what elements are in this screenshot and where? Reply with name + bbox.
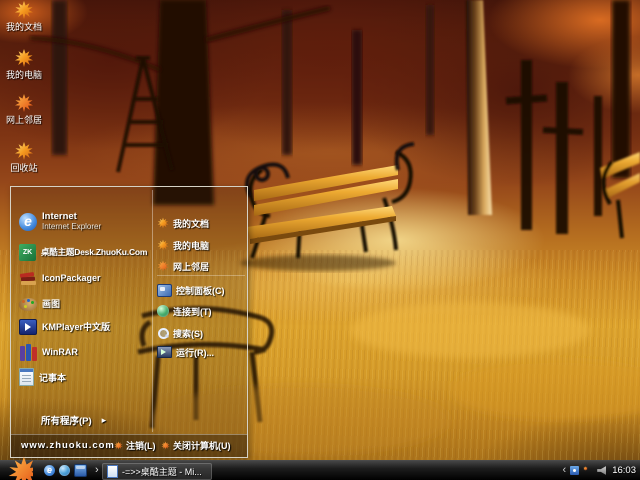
menu-item-label: 网上邻居 [173,260,209,273]
menu-item-label: 我的电脑 [173,239,209,252]
shutdown-label: 关闭计算机(U) [173,439,231,452]
menu-item-label: 搜索(S) [173,327,203,340]
control-panel-icon [157,284,172,297]
menu-item-my-computer[interactable]: 我的电脑 [157,236,245,254]
menu-item-iconpackager[interactable]: IconPackager [19,267,151,289]
menu-item-zhuoku-site[interactable]: ZK 桌酷主题Desk.ZhuoKu.Com [19,241,151,263]
menu-item-run[interactable]: 运行(R)... [157,343,245,361]
start-menu-places-separator [157,275,245,276]
menu-item-label: 记事本 [39,371,66,384]
kmplayer-icon [19,319,37,335]
zhuoku-site-icon: ZK [19,244,36,261]
menu-item-control-panel[interactable]: 控制面板(C) [157,281,245,299]
leaf-icon [14,141,34,161]
leaf-icon [114,441,123,450]
menu-item-label: 我的文档 [173,217,209,230]
quick-launch-bar: e › [44,461,99,480]
browser-window-icon[interactable] [74,464,87,477]
tray-collapse-arrow[interactable]: ‹ [563,465,567,476]
logoff-label: 注销(L) [126,439,156,452]
start-menu-footer: www.zhuoku.com 注销(L) 关闭计算机(U) [11,434,247,457]
menu-item-label: 连接到(T) [173,305,212,318]
notepad-icon [19,368,34,386]
clock[interactable]: 16:03 [612,465,636,476]
system-tray: ‹ 16:03 [561,461,638,480]
desktop-icon-label: 回收站 [0,163,48,173]
desktop-icon-recycle-bin[interactable]: 回收站 [0,141,48,173]
menu-item-label: Internet [42,212,101,222]
menu-item-sublabel: Internet Explorer [42,222,101,232]
leaf-icon [157,260,169,272]
desktop-icon-label: 网上邻居 [0,115,48,125]
menu-item-label: KMPlayer中文版 [42,320,110,333]
leaf-icon [157,217,169,229]
task-button-label: -=>>桌酷主题 - Mi... [122,465,202,478]
menu-item-paint[interactable]: 画图 [19,292,151,314]
leaf-icon [14,48,34,68]
zhuoku-website-label: www.zhuoku.com [21,440,115,451]
desktop-screen: 我的文档 我的电脑 网上邻居 回收站 e Internet Internet E… [0,0,640,480]
desktop-icon-label: 我的电脑 [0,70,48,80]
menu-item-search[interactable]: 搜索(S) [157,324,245,342]
winrar-icon [19,343,37,361]
menu-item-notepad[interactable]: 记事本 [19,366,151,388]
menu-item-label: 桌酷主题Desk.ZhuoKu.Com [41,246,147,258]
quick-launch-overflow-arrow[interactable]: › [91,465,99,476]
page-icon [107,465,118,478]
start-menu: e Internet Internet Explorer ZK 桌酷主题Desk… [10,186,248,458]
menu-item-label: IconPackager [42,273,101,283]
menu-item-kmplayer[interactable]: KMPlayer中文版 [19,315,151,337]
leaf-icon [14,0,34,20]
menu-item-my-documents[interactable]: 我的文档 [157,214,245,232]
desktop-icon-label: 我的文档 [0,22,48,32]
leaf-icon [161,441,170,450]
globe-icon[interactable] [59,465,70,476]
menu-item-label: WinRAR [42,347,78,357]
menu-item-connect-to[interactable]: 连接到(T) [157,302,245,320]
iconpackager-icon [19,269,37,287]
menu-item-label: 控制面板(C) [176,284,225,297]
volume-icon[interactable] [597,466,606,475]
connect-globe-icon [157,305,169,317]
shutdown-button[interactable]: 关闭计算机(U) [161,439,231,452]
desktop-icon-my-computer[interactable]: 我的电脑 [0,48,48,80]
menu-item-label: 运行(R)... [176,346,214,359]
menu-item-internet[interactable]: e Internet Internet Explorer [19,209,151,235]
taskbar: e › -=>>桌酷主题 - Mi... ‹ 16:03 [0,460,640,480]
start-menu-column-divider [152,190,153,432]
leaf-icon [157,239,169,251]
start-button[interactable] [7,455,33,480]
all-programs-button[interactable]: 所有程序(P) ▸ [41,413,106,427]
internet-explorer-icon: e [19,213,37,231]
network-icon[interactable] [570,466,579,475]
menu-item-label: 画图 [42,297,60,310]
theme-leaf-icon[interactable] [583,466,593,476]
logoff-button[interactable]: 注销(L) [114,439,156,452]
leaf-icon [14,93,34,113]
menu-item-winrar[interactable]: WinRAR [19,341,151,363]
all-programs-label: 所有程序(P) [41,413,92,427]
chevron-right-icon: ▸ [102,415,107,426]
start-leaf-icon [7,455,33,480]
paint-icon [19,298,37,311]
desktop-icon-network-places[interactable]: 网上邻居 [0,93,48,125]
menu-item-network-places[interactable]: 网上邻居 [157,257,245,275]
search-icon [157,327,169,339]
run-icon [157,346,172,358]
internet-explorer-icon[interactable]: e [44,465,55,476]
desktop-icon-my-documents[interactable]: 我的文档 [0,0,48,32]
task-button-zhuoku-theme[interactable]: -=>>桌酷主题 - Mi... [102,463,212,480]
